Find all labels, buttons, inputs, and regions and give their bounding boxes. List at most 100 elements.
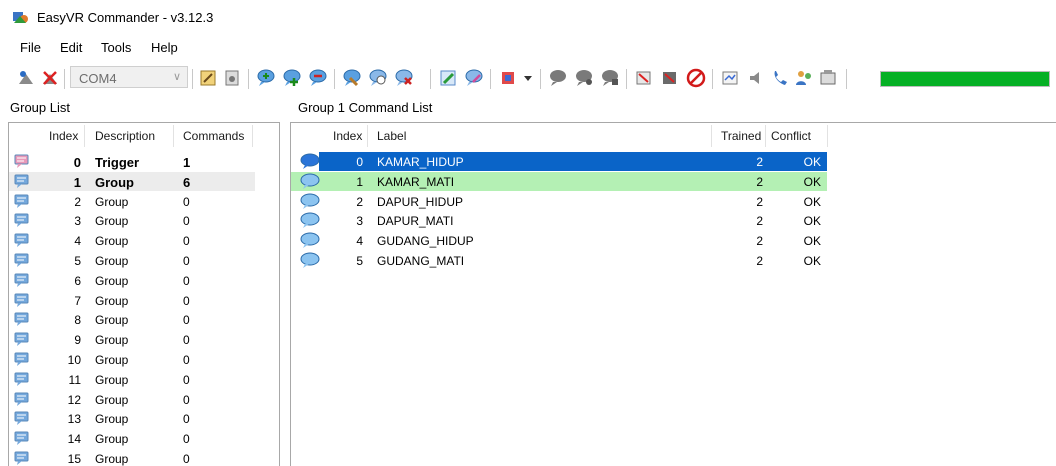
group-description: Trigger — [95, 155, 140, 170]
verify-icon[interactable] — [464, 68, 484, 88]
group-description: Group — [95, 392, 129, 407]
command-row[interactable]: 1 KAMAR_MATI 2 OK — [291, 171, 827, 191]
group-description: Group — [95, 432, 129, 447]
speech-bubble-icon — [299, 232, 321, 249]
group-commands: 6 — [183, 174, 191, 190]
group-row[interactable]: 9 Group 0 — [9, 330, 255, 349]
group-row[interactable]: 3 Group 0 — [9, 211, 255, 230]
recognize-icon[interactable] — [498, 68, 518, 88]
group-commands: 0 — [183, 214, 190, 229]
toolbar-separator — [490, 69, 491, 89]
command-conflict: OK — [803, 155, 821, 169]
stop-playback-icon[interactable] — [660, 68, 680, 88]
phone-icon[interactable] — [770, 68, 790, 88]
command-conflict: OK — [803, 214, 821, 229]
speech-bubble-icon — [299, 252, 321, 269]
disconnect-icon[interactable] — [40, 68, 60, 88]
connect-icon[interactable] — [16, 68, 36, 88]
group-header-description[interactable]: Description — [95, 129, 155, 143]
chevron-down-icon: ∨ — [172, 71, 181, 83]
group-commands: 0 — [183, 372, 190, 387]
header-divider — [84, 125, 85, 147]
menu-tools[interactable]: Tools — [101, 40, 131, 55]
group-row[interactable]: 4 Group 0 — [9, 231, 255, 250]
group-list[interactable]: Index Description Commands 0 Trigger 1 1 Gro… — [8, 122, 280, 466]
command-trained: 2 — [756, 174, 763, 189]
group-row[interactable]: 15 Group 0 — [9, 449, 255, 466]
group-row[interactable]: 6 Group 0 — [9, 271, 255, 290]
group-description: Group — [95, 412, 129, 427]
progress-fill — [881, 72, 1049, 86]
group-icon — [14, 154, 30, 169]
insert-command-icon[interactable] — [282, 68, 302, 88]
sample-rate-icon[interactable] — [720, 68, 740, 88]
group-index: 8 — [74, 313, 81, 328]
group-row[interactable]: 1 Group 6 — [9, 171, 255, 191]
group-row[interactable]: 8 Group 0 — [9, 310, 255, 329]
group-header-index[interactable]: Index — [49, 129, 78, 143]
group-row[interactable]: 2 Group 0 — [9, 192, 255, 211]
header-divider — [367, 125, 368, 147]
port-select[interactable]: COM4 ∨ — [70, 66, 188, 88]
command-header-trained[interactable]: Trained — [721, 129, 761, 143]
command-row[interactable]: 5 GUDANG_MATI 2 OK — [291, 251, 827, 270]
erase-training-icon[interactable] — [394, 68, 414, 88]
group-header-commands[interactable]: Commands — [183, 129, 244, 143]
command-index: 2 — [356, 194, 363, 209]
sound-table-icon[interactable] — [198, 68, 218, 88]
group-commands: 0 — [183, 194, 190, 209]
command-row[interactable]: 2 DAPUR_HIDUP 2 OK — [291, 192, 827, 211]
group-description: Group — [95, 353, 129, 367]
group-commands: 0 — [183, 432, 190, 447]
toolbar-separator — [248, 69, 249, 89]
command-header-index[interactable]: Index — [333, 129, 362, 143]
app-icon — [12, 9, 30, 25]
command-row[interactable]: 4 GUDANG_HIDUP 2 OK — [291, 231, 827, 250]
group-row[interactable]: 11 Group 0 — [9, 370, 255, 389]
volume-icon[interactable] — [746, 68, 766, 88]
command-row[interactable]: 3 DAPUR_MATI 2 OK — [291, 211, 827, 230]
command-row[interactable]: 0 KAMAR_HIDUP 2 OK — [291, 152, 827, 171]
group-icon — [14, 253, 30, 268]
group-index: 11 — [68, 372, 81, 387]
group-index: 5 — [74, 254, 81, 268]
group-commands: 0 — [183, 273, 190, 288]
group-row[interactable]: 5 Group 0 — [9, 251, 255, 270]
group-row[interactable]: 12 Group 0 — [9, 390, 255, 409]
group-row[interactable]: 10 Group 0 — [9, 350, 255, 369]
speaker-grey-icon-3[interactable] — [600, 68, 620, 88]
menu-help[interactable]: Help — [151, 40, 178, 55]
test-command-icon[interactable] — [368, 68, 388, 88]
group-description: Group — [95, 194, 129, 209]
users-icon[interactable] — [794, 68, 814, 88]
dropdown-arrow-icon[interactable] — [518, 68, 538, 88]
group-row[interactable]: 14 Group 0 — [9, 429, 255, 448]
playback-icon[interactable] — [634, 68, 654, 88]
group-row[interactable]: 0 Trigger 1 — [9, 152, 255, 171]
edit-icon[interactable] — [438, 68, 458, 88]
menu-bar: File Edit Tools Help — [0, 36, 1056, 58]
speaker-grey-icon-2[interactable] — [574, 68, 594, 88]
command-label: GUDANG_MATI — [377, 254, 465, 268]
progress-bar — [880, 71, 1050, 87]
command-header-conflict[interactable]: Conflict — [771, 129, 811, 143]
add-command-icon[interactable] — [256, 68, 276, 88]
command-index: 3 — [356, 214, 363, 229]
group-row[interactable]: 13 Group 0 — [9, 409, 255, 428]
sound-bank-icon[interactable] — [222, 68, 242, 88]
group-row[interactable]: 7 Group 0 — [9, 291, 255, 310]
remove-command-icon[interactable] — [308, 68, 328, 88]
command-conflict: OK — [803, 174, 821, 189]
command-header-label[interactable]: Label — [377, 129, 406, 143]
group-icon — [14, 312, 30, 327]
stop-icon[interactable] — [686, 68, 706, 88]
help-icon[interactable] — [818, 68, 838, 88]
header-divider — [765, 125, 766, 147]
menu-file[interactable]: File — [20, 40, 41, 55]
speaker-grey-icon-1[interactable] — [548, 68, 568, 88]
menu-edit[interactable]: Edit — [60, 40, 82, 55]
group-icon — [14, 392, 30, 407]
train-command-icon[interactable] — [342, 68, 362, 88]
group-description: Group — [95, 234, 129, 249]
command-list[interactable]: Index Label Trained Conflict 0 KAMAR_HIDU… — [290, 122, 1056, 466]
